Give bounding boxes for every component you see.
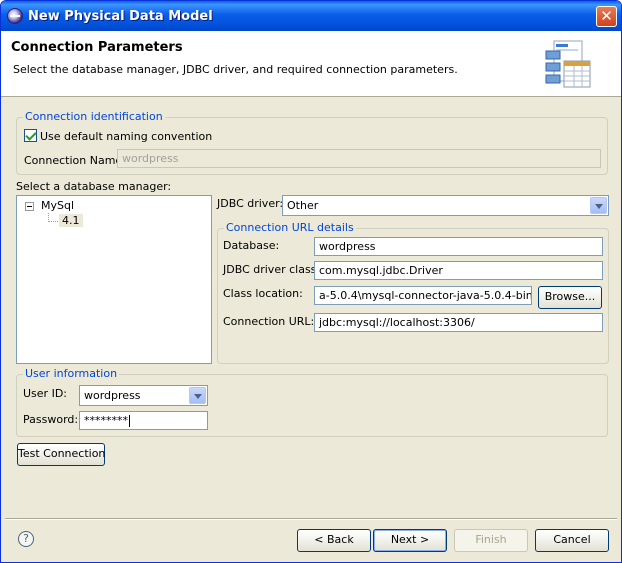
page-title: Connection Parameters — [11, 40, 183, 55]
user-id-select[interactable]: wordpress — [79, 385, 208, 406]
driver-class-field[interactable]: com.mysql.jdbc.Driver — [314, 261, 603, 280]
collapse-icon[interactable] — [25, 202, 34, 211]
close-button[interactable]: ✕ — [596, 6, 617, 27]
chevron-down-icon[interactable] — [189, 387, 206, 404]
footer-separator — [5, 518, 617, 520]
use-default-naming-label[interactable]: Use default naming convention — [40, 130, 212, 143]
finish-button[interactable]: Finish — [454, 529, 528, 552]
back-button[interactable]: < Back — [297, 529, 371, 552]
connection-url-legend: Connection URL details — [224, 221, 356, 234]
data-model-icon — [545, 40, 591, 88]
db-manager-label: Select a database manager: — [16, 180, 172, 193]
password-mask: ******** — [84, 414, 128, 427]
eclipse-icon — [7, 8, 23, 24]
dialog-window: New Physical Data Model ✕ Connection Par… — [0, 0, 622, 563]
connection-name-field[interactable]: wordpress — [117, 149, 601, 168]
jdbc-driver-value: Other — [287, 199, 319, 212]
user-id-value: wordpress — [84, 389, 141, 402]
connection-identification-legend: Connection identification — [23, 110, 165, 123]
tree-node-mysql[interactable]: MySql — [41, 199, 74, 212]
jdbc-driver-select[interactable]: Other — [282, 195, 609, 216]
db-manager-tree[interactable]: MySql 4.1 — [16, 195, 212, 364]
page-description: Select the database manager, JDBC driver… — [13, 63, 458, 76]
help-icon[interactable]: ? — [18, 531, 34, 547]
password-label: Password: — [23, 413, 79, 426]
chevron-down-icon[interactable] — [590, 197, 607, 214]
user-id-label: User ID: — [23, 387, 67, 400]
database-field[interactable]: wordpress — [314, 237, 603, 256]
class-location-label: Class location: — [223, 287, 303, 300]
password-field[interactable]: ******** — [79, 411, 208, 430]
cancel-button[interactable]: Cancel — [535, 529, 609, 552]
connection-url-label: Connection URL: — [223, 315, 315, 328]
wizard-header: Connection Parameters Select the databas… — [1, 31, 621, 97]
driver-class-label: JDBC driver class: — [223, 263, 321, 276]
text-caret — [129, 415, 130, 427]
database-label: Database: — [223, 239, 280, 252]
user-information-legend: User information — [23, 367, 120, 380]
tree-node-version[interactable]: 4.1 — [59, 214, 83, 227]
title-bar[interactable]: New Physical Data Model ✕ — [1, 1, 621, 31]
connection-name-label: Connection Name: — [24, 154, 126, 167]
jdbc-driver-label: JDBC driver: — [217, 197, 284, 210]
test-connection-button[interactable]: Test Connection — [17, 443, 105, 466]
use-default-naming-checkbox[interactable] — [24, 129, 37, 142]
connection-url-field[interactable]: jdbc:mysql://localhost:3306/ — [314, 313, 603, 332]
window-title: New Physical Data Model — [28, 9, 213, 24]
class-location-field[interactable]: a-5.0.4\mysql-connector-java-5.0.4-bin.j… — [314, 286, 532, 305]
next-button[interactable]: Next > — [373, 529, 447, 552]
browse-button[interactable]: Browse... — [538, 286, 602, 309]
